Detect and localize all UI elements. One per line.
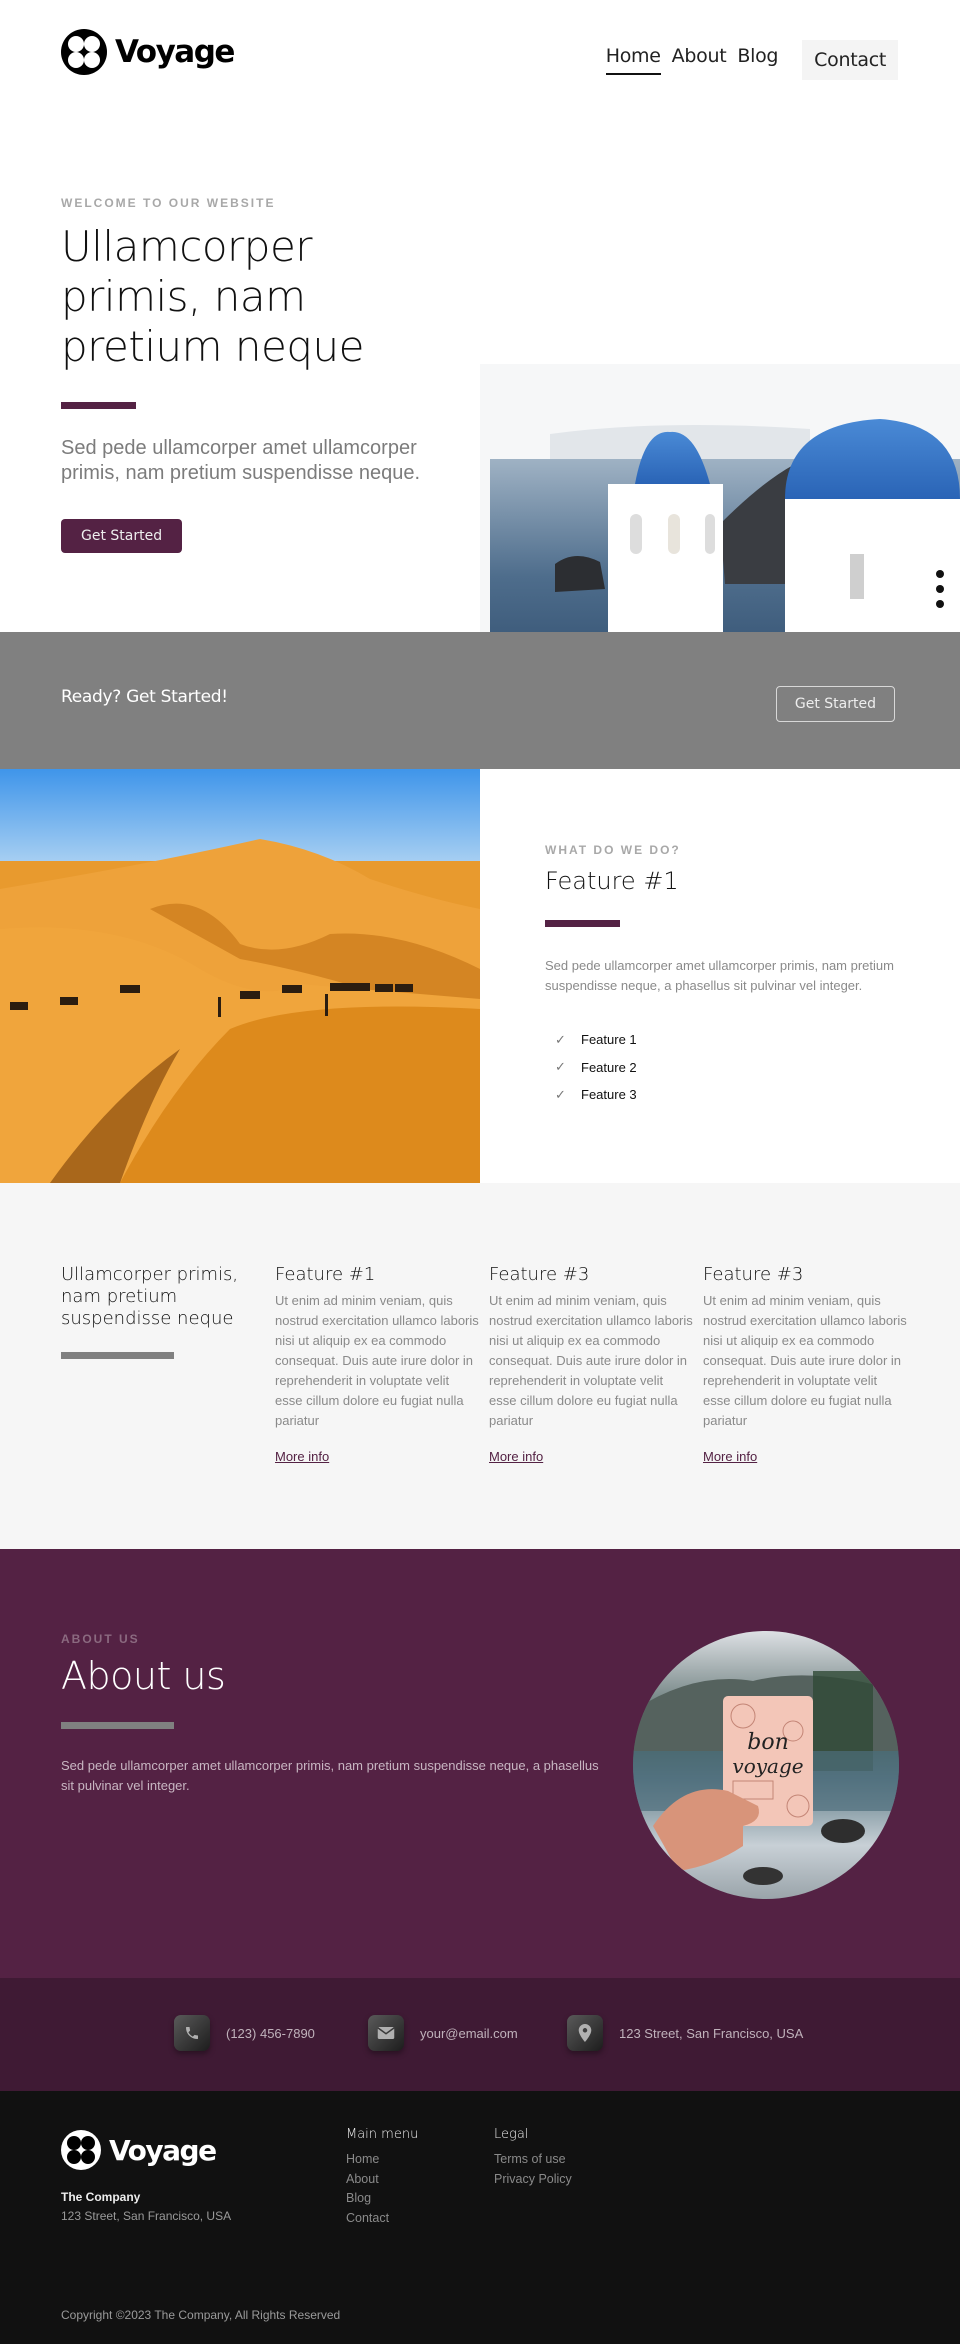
feature-card: Feature #3 Ut enim ad minim veniam, quis… <box>489 1264 699 1466</box>
contact-address-text: 123 Street, San Francisco, USA <box>619 2025 804 2041</box>
features-columns-section: Ullamcorper primis, nam pretium suspendi… <box>0 1183 960 1549</box>
cta-text: Ready? Get Started! <box>61 687 228 707</box>
contact-email-text: your@email.com <box>420 2025 518 2041</box>
site-footer: Voyage The Company 123 Street, San Franc… <box>0 2091 960 2344</box>
feature-card-title: Feature #1 <box>275 1264 376 1285</box>
checklist-item: ✓ Feature 2 <box>545 1054 960 1082</box>
footer-company-address: 123 Street, San Francisco, USA <box>61 2209 232 2223</box>
footer-link-contact[interactable]: Contact <box>346 2209 418 2229</box>
checklist-item-label: Feature 2 <box>581 1059 637 1075</box>
feature-card-text: Ut enim ad minim veniam, quis nostrud ex… <box>703 1293 907 1428</box>
contact-email[interactable]: your@email.com <box>368 2015 518 2051</box>
gray-divider <box>61 1352 174 1359</box>
nav-item-blog[interactable]: Blog <box>737 45 778 75</box>
about-section: ABOUT US About us Sed pede ullamcorper a… <box>0 1549 960 1978</box>
passport-illustration: bon voyage <box>633 1671 899 1885</box>
footer-logo-text: Voyage <box>109 2133 217 2167</box>
footer-legal-title: Legal <box>494 2127 529 2142</box>
copyright: Copyright ©2023 The Company, All Rights … <box>61 2308 341 2322</box>
feature-card: Feature #3 Ut enim ad minim veniam, quis… <box>703 1264 913 1466</box>
logo[interactable]: Voyage <box>61 29 235 75</box>
feature-checklist: ✓ Feature 1 ✓ Feature 2 ✓ Feature 3 <box>545 1026 960 1109</box>
hero-title: Ullamcorper primis, nam pretium neque <box>61 222 364 371</box>
about-content: ABOUT US About us Sed pede ullamcorper a… <box>61 1632 601 1796</box>
more-info-link[interactable]: More info <box>489 1449 543 1464</box>
feature-card: Feature #1 Ut enim ad minim veniam, quis… <box>275 1264 485 1466</box>
footer-main-menu-title: Main menu <box>346 2127 419 2142</box>
about-text: Sed pede ullamcorper amet ullamcorper pr… <box>61 1758 599 1793</box>
about-title: About us <box>61 1654 226 1698</box>
desert-illustration <box>0 769 480 1183</box>
feature-title: Feature #1 <box>545 867 679 895</box>
phone-icon <box>174 2015 210 2051</box>
feature-card-text: Ut enim ad minim veniam, quis nostrud ex… <box>275 1293 479 1428</box>
checklist-item: ✓ Feature 1 <box>545 1026 960 1054</box>
contact-phone[interactable]: (123) 456-7890 <box>174 2015 315 2051</box>
footer-main-menu: Main menu Home About Blog Contact <box>346 2127 418 2228</box>
check-icon: ✓ <box>555 1086 566 1102</box>
nav-contact-button[interactable]: Contact <box>802 40 898 80</box>
contact-strip: (123) 456-7890 your@email.com 123 Street… <box>0 1978 960 2091</box>
footer-link-blog[interactable]: Blog <box>346 2189 418 2209</box>
nav-item-home[interactable]: Home <box>605 45 661 75</box>
footer-link-privacy[interactable]: Privacy Policy <box>494 2170 572 2190</box>
check-icon: ✓ <box>555 1059 566 1075</box>
passport-caption-line1: bon <box>747 1730 789 1755</box>
cta-band: Ready? Get Started! Get Started <box>0 632 960 769</box>
more-info-link[interactable]: More info <box>703 1449 757 1464</box>
feature-content: WHAT DO WE DO? Feature #1 Sed pede ullam… <box>480 769 960 1183</box>
checklist-item: ✓ Feature 3 <box>545 1081 960 1109</box>
feature-description: Sed pede ullamcorper amet ullamcorper pr… <box>545 958 894 993</box>
envelope-icon <box>368 2015 404 2051</box>
about-image: bon voyage <box>633 1631 899 1899</box>
more-info-link[interactable]: More info <box>275 1449 329 1464</box>
main-nav: Home About Blog Contact <box>605 40 898 80</box>
footer-company: The Company 123 Street, San Francisco, U… <box>61 2188 231 2226</box>
checklist-item-label: Feature 3 <box>581 1087 637 1103</box>
logo-icon <box>61 29 107 75</box>
footer-legal: Legal Terms of use Privacy Policy <box>494 2127 572 2189</box>
nav-item-about[interactable]: About <box>672 45 727 75</box>
accent-divider <box>61 402 136 409</box>
feature-eyebrow: WHAT DO WE DO? <box>545 843 681 857</box>
feature-card-title: Feature #3 <box>703 1264 804 1285</box>
footer-link-terms[interactable]: Terms of use <box>494 2150 572 2170</box>
hero-eyebrow: WELCOME TO OUR WEBSITE <box>61 196 276 210</box>
about-eyebrow: ABOUT US <box>61 1632 140 1646</box>
cta-get-started-button[interactable]: Get Started <box>775 686 895 722</box>
columns-intro: Ullamcorper primis, nam pretium suspendi… <box>61 1264 271 1359</box>
footer-logo[interactable]: Voyage <box>61 2130 217 2170</box>
map-pin-icon <box>567 2015 603 2051</box>
hero-subtitle: Sed pede ullamcorper amet ullamcorper pr… <box>61 437 421 484</box>
checklist-item-label: Feature 1 <box>581 1032 637 1048</box>
feature-image <box>0 769 480 1183</box>
feature-card-title: Feature #3 <box>489 1264 590 1285</box>
logo-icon <box>61 2130 101 2170</box>
feature-section: WHAT DO WE DO? Feature #1 Sed pede ullam… <box>0 769 960 1183</box>
check-icon: ✓ <box>555 1031 566 1047</box>
site-header: Voyage Home About Blog Contact <box>0 0 960 120</box>
contact-address[interactable]: 123 Street, San Francisco, USA <box>567 2015 803 2051</box>
logo-text: Voyage <box>115 34 235 70</box>
accent-divider <box>545 920 620 927</box>
passport-caption-line2: voyage <box>732 1754 803 1778</box>
hero-content: WELCOME TO OUR WEBSITE Ullamcorper primi… <box>61 196 441 553</box>
footer-link-home[interactable]: Home <box>346 2150 418 2170</box>
columns-intro-title: Ullamcorper primis, nam pretium suspendi… <box>61 1264 239 1329</box>
gray-divider <box>61 1722 174 1729</box>
hero-section: WELCOME TO OUR WEBSITE Ullamcorper primi… <box>0 120 960 753</box>
footer-company-name: The Company <box>61 2190 141 2204</box>
feature-card-text: Ut enim ad minim veniam, quis nostrud ex… <box>489 1293 693 1428</box>
footer-link-about[interactable]: About <box>346 2170 418 2190</box>
hero-get-started-button[interactable]: Get Started <box>61 519 183 553</box>
contact-phone-text: (123) 456-7890 <box>226 2025 315 2041</box>
